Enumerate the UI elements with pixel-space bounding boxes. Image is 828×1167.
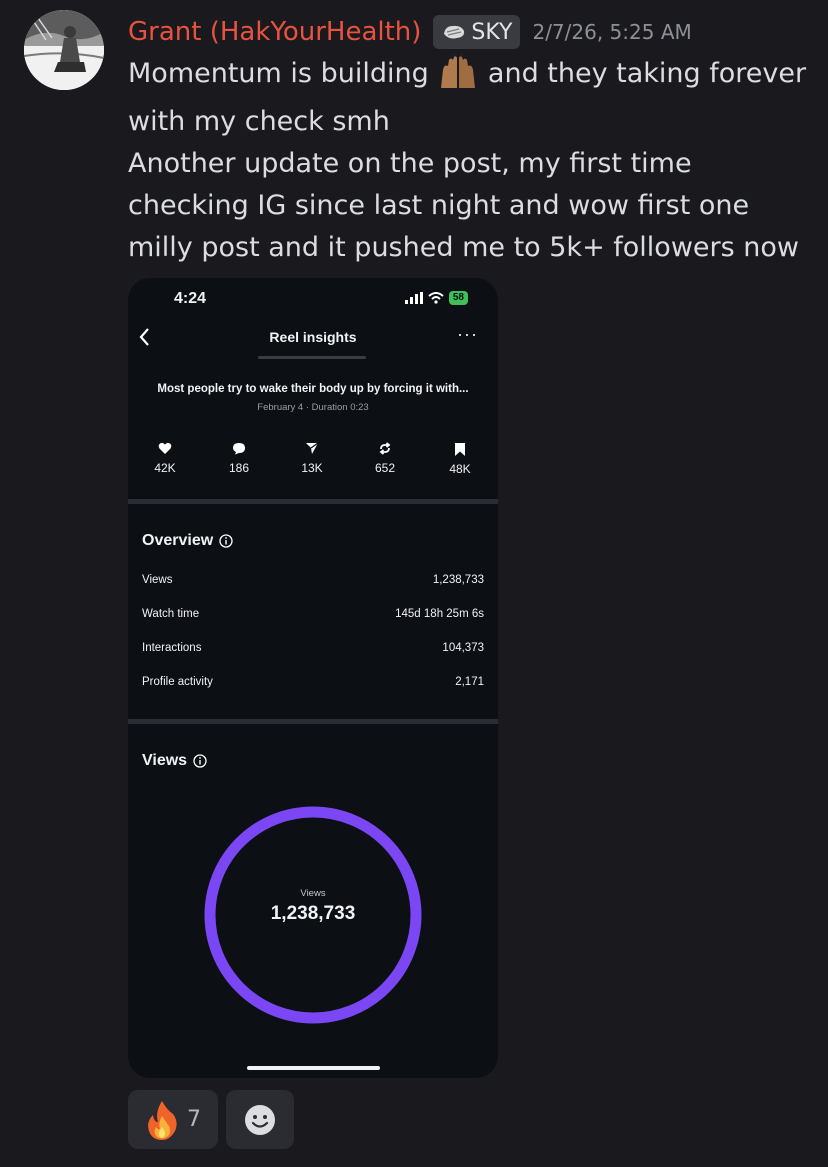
add-reaction-button[interactable] xyxy=(226,1090,294,1149)
wifi-icon xyxy=(428,292,444,304)
overview-row-profile-activity: Profile activity 2,171 xyxy=(142,676,484,688)
repost-icon xyxy=(379,442,391,455)
reel-caption: Most people try to wake their body up by… xyxy=(157,383,469,395)
comments-count: 186 xyxy=(228,461,250,475)
row-label: Watch time xyxy=(142,608,200,620)
fire-reaction-count: 7 xyxy=(187,1107,201,1132)
avatar[interactable] xyxy=(24,10,104,90)
overview-title-text: Overview xyxy=(142,532,214,549)
battery-level: 58 xyxy=(448,291,468,305)
reposts-count: 652 xyxy=(374,461,396,475)
likes-count: 42K xyxy=(154,461,176,475)
stat-saves: 48K xyxy=(430,442,490,478)
fire-reaction-button[interactable]: 7 xyxy=(128,1090,218,1149)
row-value: 1,238,733 xyxy=(432,574,484,586)
row-label: Profile activity xyxy=(142,676,213,688)
username[interactable]: Grant (HakYourHealth) xyxy=(128,17,421,47)
sky-badge-icon xyxy=(444,25,465,39)
add-reaction-icon xyxy=(245,1104,275,1135)
row-value: 145d 18h 25m 6s xyxy=(395,608,484,620)
message-text-before: Momentum is building xyxy=(128,58,429,89)
divider xyxy=(128,719,498,724)
comment-icon xyxy=(233,443,245,455)
timestamp: 2/7/26, 5:25 AM xyxy=(532,20,692,44)
signal-icon xyxy=(404,292,423,304)
overview-row-views: Views 1,238,733 xyxy=(142,574,484,586)
ring-value: 1,238,733 xyxy=(270,903,356,924)
nav-bar: Reel insights ··· xyxy=(128,320,498,354)
divider xyxy=(128,499,498,504)
attachment-image[interactable]: 4:24 58 Reel insights ··· Most people tr… xyxy=(128,278,498,1078)
stat-reposts: 652 xyxy=(355,442,415,477)
thumbnail-edge xyxy=(258,356,366,359)
status-icons: 58 xyxy=(404,291,468,305)
overview-title: Overview xyxy=(142,532,233,550)
stat-likes: 42K xyxy=(135,442,195,477)
reel-meta: February 4 · Duration 0:23 xyxy=(257,402,369,413)
home-indicator xyxy=(247,1066,380,1070)
message-header: Grant (HakYourHealth) SKY 2/7/26, 5:25 A… xyxy=(128,12,692,52)
info-icon[interactable] xyxy=(193,754,207,768)
views-title-text: Views xyxy=(142,752,188,769)
message-line-2: Another update on the post, my first tim… xyxy=(128,148,799,263)
server-tag[interactable]: SKY xyxy=(433,15,521,49)
message-line-1: Momentum is building and they taking for… xyxy=(128,51,808,143)
row-value: 2,171 xyxy=(455,676,484,688)
overview-row-interactions: Interactions 104,373 xyxy=(142,642,484,654)
saves-count: 48K xyxy=(449,462,471,476)
share-icon xyxy=(306,442,319,454)
views-title: Views xyxy=(142,752,207,770)
row-value: 104,373 xyxy=(442,642,484,654)
tag-label: SKY xyxy=(471,19,513,45)
shares-count: 13K xyxy=(301,461,323,475)
more-options-icon[interactable]: ··· xyxy=(457,324,478,345)
stat-comments: 186 xyxy=(209,442,269,477)
page-title: Reel insights xyxy=(269,329,357,345)
row-label: Interactions xyxy=(142,642,202,654)
bookmark-icon xyxy=(455,443,465,456)
overview-row-watch-time: Watch time 145d 18h 25m 6s xyxy=(142,608,484,620)
fire-emoji xyxy=(148,1100,177,1140)
raised-hands-emoji xyxy=(437,51,479,101)
heart-icon xyxy=(158,442,172,454)
row-label: Views xyxy=(142,574,173,586)
status-time: 4:24 xyxy=(174,290,207,307)
stat-shares: 13K xyxy=(282,442,342,477)
ring-label: Views xyxy=(300,888,326,899)
info-icon[interactable] xyxy=(219,534,233,548)
